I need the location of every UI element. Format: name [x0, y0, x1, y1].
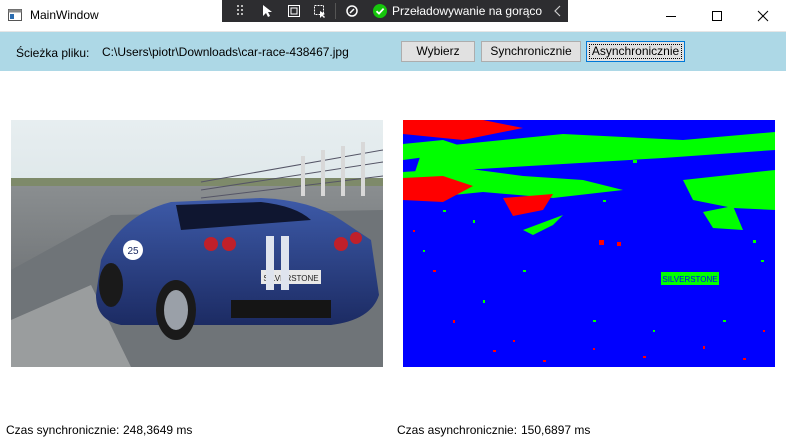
svg-text:25: 25	[127, 246, 139, 257]
app-window-icon	[8, 9, 22, 21]
minimize-icon	[666, 16, 676, 17]
close-icon	[757, 10, 769, 22]
close-button[interactable]	[740, 0, 786, 31]
original-image: SILVERSTONE 25	[11, 120, 383, 367]
track-focused-element-icon[interactable]	[312, 3, 328, 19]
sync-time-label: Czas synchronicznie:	[6, 423, 120, 437]
window-title: MainWindow	[30, 8, 99, 22]
minimize-button[interactable]	[648, 0, 694, 31]
hot-reload-status-icon	[373, 4, 387, 18]
file-path-label: Ścieżka pliku:	[16, 46, 90, 60]
async-time-value: 150,6897 ms	[521, 423, 591, 437]
collapse-chevron-icon[interactable]	[552, 3, 564, 19]
display-layout-adorners-icon[interactable]	[286, 3, 302, 19]
processed-image: SILVERSTONE	[403, 120, 775, 367]
toolbar-separator	[335, 3, 336, 19]
hot-reload-label[interactable]: Przeładowywanie na gorąco	[392, 4, 542, 18]
original-car-photo: SILVERSTONE 25	[11, 120, 383, 367]
synchronous-button[interactable]: Synchronicznie	[481, 41, 581, 62]
file-path-value: C:\Users\piotr\Downloads\car-race-438467…	[102, 45, 349, 59]
processed-car-photo: SILVERSTONE	[403, 120, 775, 367]
select-element-icon[interactable]	[260, 3, 276, 19]
right-plate-text: SILVERSTONE	[662, 275, 717, 284]
grip-icon[interactable]	[234, 3, 250, 19]
sync-time-value: 248,3649 ms	[123, 423, 193, 437]
file-toolbar: Ścieżka pliku: C:\Users\piotr\Downloads\…	[0, 32, 786, 71]
binding-failures-icon[interactable]	[344, 3, 360, 19]
choose-file-button[interactable]: Wybierz	[401, 41, 475, 62]
asynchronous-button[interactable]: Asynchronicznie	[586, 41, 685, 62]
maximize-icon	[712, 11, 722, 21]
xaml-dev-toolbar: Przeładowywanie na gorąco	[222, 0, 568, 22]
maximize-button[interactable]	[694, 0, 740, 31]
async-time-label: Czas asynchronicznie:	[397, 423, 518, 437]
